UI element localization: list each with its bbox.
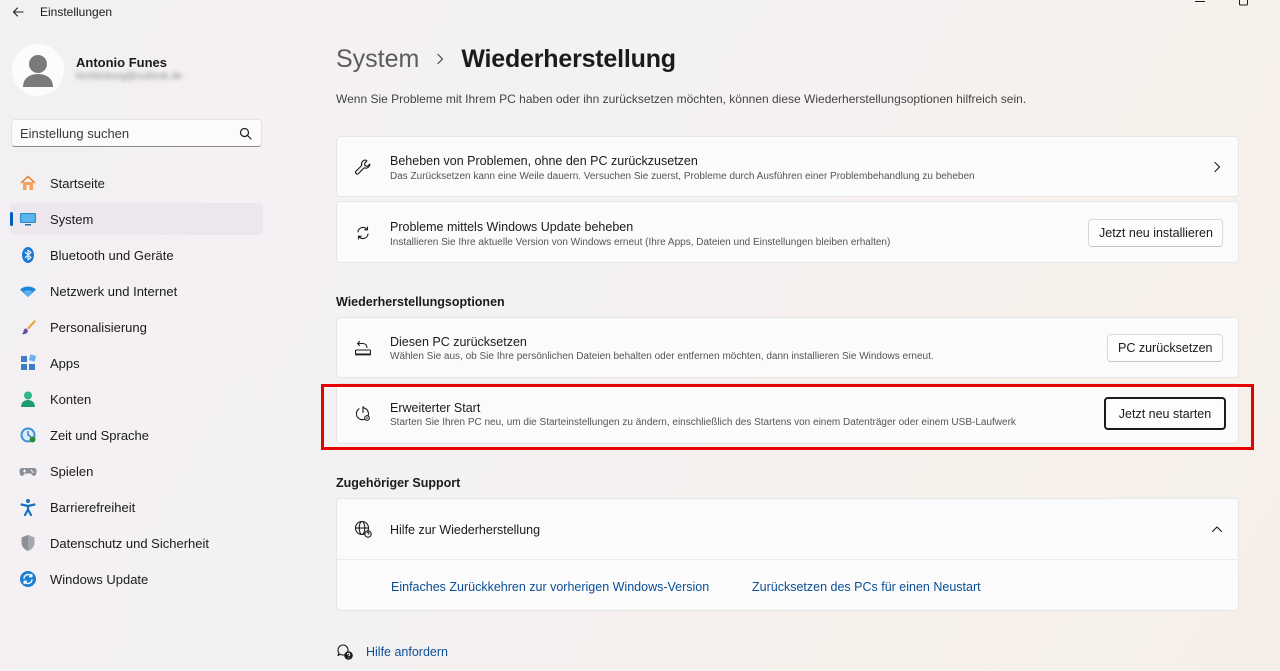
home-icon — [19, 174, 37, 192]
sidebar-item-windows-update[interactable]: Windows Update — [10, 563, 263, 595]
page-title: Wiederherstellung — [461, 44, 676, 73]
reset-pc-button[interactable]: PC zurücksetzen — [1107, 334, 1223, 362]
restart-now-button[interactable]: Jetzt neu starten — [1104, 397, 1226, 430]
sidebar-item-label: Bluetooth und Geräte — [50, 248, 174, 263]
sidebar-item-datenschutz[interactable]: Datenschutz und Sicherheit — [10, 527, 263, 559]
support-link-previous-version[interactable]: Einfaches Zurückkehren zur vorherigen Wi… — [391, 580, 709, 594]
sidebar-item-barrierefreiheit[interactable]: Barrierefreiheit — [10, 491, 263, 523]
sidebar-item-spielen[interactable]: Spielen — [10, 455, 263, 487]
sidebar-item-label: System — [50, 212, 94, 227]
wifi-icon — [19, 282, 37, 300]
gaming-icon — [19, 462, 37, 480]
minimize-icon — [1195, 1, 1205, 2]
sidebar-nav: Startseite System Bluetooth und Geräte N… — [10, 167, 263, 599]
card-title: Probleme mittels Windows Update beheben — [390, 220, 634, 234]
sidebar-item-label: Barrierefreiheit — [50, 500, 136, 515]
sidebar-item-label: Zeit und Sprache — [50, 428, 150, 443]
card-title: Hilfe zur Wiederherstellung — [390, 523, 541, 537]
section-heading-recovery: Wiederherstellungsoptionen — [336, 295, 505, 309]
bluetooth-icon — [19, 246, 37, 264]
sidebar-item-label: Spielen — [50, 464, 94, 479]
minimize-button[interactable] — [1190, 0, 1210, 8]
reset-pc-icon — [353, 338, 373, 358]
card-title: Diesen PC zurücksetzen — [390, 335, 527, 349]
card-title: Beheben von Problemen, ohne den PC zurüc… — [390, 154, 698, 168]
sidebar-item-zeit-sprache[interactable]: Zeit und Sprache — [10, 419, 263, 451]
sidebar-item-label: Konten — [50, 392, 92, 407]
back-button[interactable] — [8, 3, 28, 21]
sidebar-item-apps[interactable]: Apps — [10, 347, 263, 379]
section-heading-support: Zugehöriger Support — [336, 476, 461, 490]
advanced-start-card: Erweiterter Start Starten Sie Ihren PC n… — [336, 383, 1239, 444]
help-link[interactable]: Hilfe anfordern — [336, 642, 448, 662]
sidebar-item-label: Startseite — [50, 176, 105, 191]
sidebar-item-personalisierung[interactable]: Personalisierung — [10, 311, 263, 343]
globe-help-icon — [353, 519, 373, 539]
user-email: herbitsburg@outlook.de — [76, 71, 183, 82]
sidebar-item-konten[interactable]: Konten — [10, 383, 263, 415]
help-link-label[interactable]: Hilfe anfordern — [366, 645, 448, 659]
card-description: Wählen Sie aus, ob Sie Ihre persönlichen… — [390, 351, 934, 362]
arrow-left-icon — [12, 7, 24, 17]
reinstall-now-button[interactable]: Jetzt neu installieren — [1088, 219, 1223, 247]
user-avatar-icon — [23, 55, 53, 87]
search-box[interactable] — [11, 119, 262, 147]
brush-icon — [19, 318, 37, 336]
reset-pc-card: Diesen PC zurücksetzen Wählen Sie aus, o… — [336, 317, 1239, 378]
sidebar-item-label: Windows Update — [50, 572, 149, 587]
user-name: Antonio Funes — [76, 55, 167, 70]
windows-update-fix-card: Probleme mittels Windows Update beheben … — [336, 201, 1239, 263]
search-input[interactable] — [20, 124, 230, 142]
time-language-icon — [19, 426, 37, 444]
accessibility-icon — [19, 498, 37, 516]
chevron-right-icon — [1210, 160, 1224, 174]
sidebar-item-label: Personalisierung — [50, 320, 147, 335]
support-link-reset-pc[interactable]: Zurücksetzen des PCs für einen Neustart — [752, 580, 981, 594]
card-title: Erweiterter Start — [390, 401, 481, 415]
sidebar-item-startseite[interactable]: Startseite — [10, 167, 263, 199]
apps-icon — [19, 354, 37, 372]
breadcrumb: System Wiederherstellung — [336, 42, 676, 76]
windows-update-icon — [19, 570, 37, 588]
app-title: Einstellungen — [40, 5, 113, 19]
sidebar-item-label: Netzwerk und Internet — [50, 284, 178, 299]
fix-problems-card[interactable]: Beheben von Problemen, ohne den PC zurüc… — [336, 136, 1239, 197]
maximize-icon — [1239, 0, 1248, 6]
page-intro: Wenn Sie Probleme mit Ihrem PC haben ode… — [336, 92, 1027, 106]
shield-icon — [19, 534, 37, 552]
maximize-button[interactable] — [1234, 0, 1254, 8]
support-card: Hilfe zur Wiederherstellung Einfaches Zu… — [336, 498, 1239, 611]
sidebar-item-system[interactable]: System — [10, 203, 263, 235]
sidebar: Antonio Funes herbitsburg@outlook.de Sta… — [0, 28, 280, 671]
chevron-right-icon — [425, 44, 455, 74]
search-icon[interactable] — [239, 127, 252, 140]
advanced-startup-icon — [353, 404, 373, 424]
sidebar-item-netzwerk[interactable]: Netzwerk und Internet — [10, 275, 263, 307]
sidebar-item-bluetooth[interactable]: Bluetooth und Geräte — [10, 239, 263, 271]
help-chat-icon — [337, 644, 353, 660]
account-icon — [19, 390, 37, 408]
title-bar: Einstellungen — [0, 0, 1280, 28]
sidebar-item-label: Datenschutz und Sicherheit — [50, 536, 209, 551]
wrench-icon — [353, 157, 373, 177]
avatar[interactable] — [12, 44, 64, 96]
card-description: Starten Sie Ihren PC neu, um die Startei… — [390, 417, 1016, 428]
system-icon — [19, 210, 37, 228]
chevron-up-icon[interactable] — [1210, 522, 1224, 536]
sync-icon — [353, 223, 373, 243]
breadcrumb-parent[interactable]: System — [336, 45, 419, 74]
divider — [337, 559, 1238, 560]
support-card-header[interactable]: Hilfe zur Wiederherstellung — [337, 499, 1238, 559]
sidebar-item-label: Apps — [50, 356, 80, 371]
card-description: Installieren Sie Ihre aktuelle Version v… — [390, 237, 891, 248]
card-description: Das Zurücksetzen kann eine Weile dauern.… — [390, 171, 975, 182]
